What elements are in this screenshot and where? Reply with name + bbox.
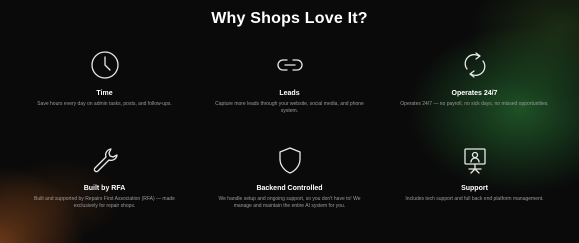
feature-card-leads: Leads Capture more leads through your we… <box>197 48 382 143</box>
feature-title: Backend Controlled <box>256 185 323 192</box>
feature-description: Save hours every day on admin tasks, pos… <box>37 101 172 107</box>
feature-card-operates: Operates 24/7 Operates 24/7 — no payroll… <box>382 48 567 143</box>
feature-title: Support <box>461 185 488 192</box>
feature-description: We handle setup and ongoing support, so … <box>218 196 361 209</box>
feature-title: Time <box>96 90 113 97</box>
feature-card-time: Time Save hours every day on admin tasks… <box>12 48 197 143</box>
clock-icon <box>88 48 122 82</box>
features-grid: Time Save hours every day on admin tasks… <box>12 48 567 238</box>
support-icon <box>458 143 492 177</box>
feature-card-support: Support Includes tech support and full b… <box>382 143 567 238</box>
feature-description: Operates 24/7 — no payroll, no sick days… <box>400 101 549 107</box>
feature-description: Capture more leads through your website,… <box>215 101 364 114</box>
refresh-icon <box>458 48 492 82</box>
feature-title: Operates 24/7 <box>451 90 498 97</box>
feature-title: Leads <box>279 90 300 97</box>
feature-description: Includes tech support and full back end … <box>405 196 544 202</box>
feature-description: Built and supported by Repairs First Ass… <box>34 196 175 209</box>
wrench-icon <box>88 143 122 177</box>
feature-title: Built by RFA <box>83 185 126 192</box>
why-shops-section: Why Shops Love It? Time Save hours every… <box>0 0 579 243</box>
section-title: Why Shops Love It? <box>211 10 368 27</box>
feature-card-built-by-rfa: Built by RFA Built and supported by Repa… <box>12 143 197 238</box>
feature-card-backend-controlled: Backend Controlled We handle setup and o… <box>197 143 382 238</box>
shield-icon <box>273 143 307 177</box>
link-icon <box>273 48 307 82</box>
